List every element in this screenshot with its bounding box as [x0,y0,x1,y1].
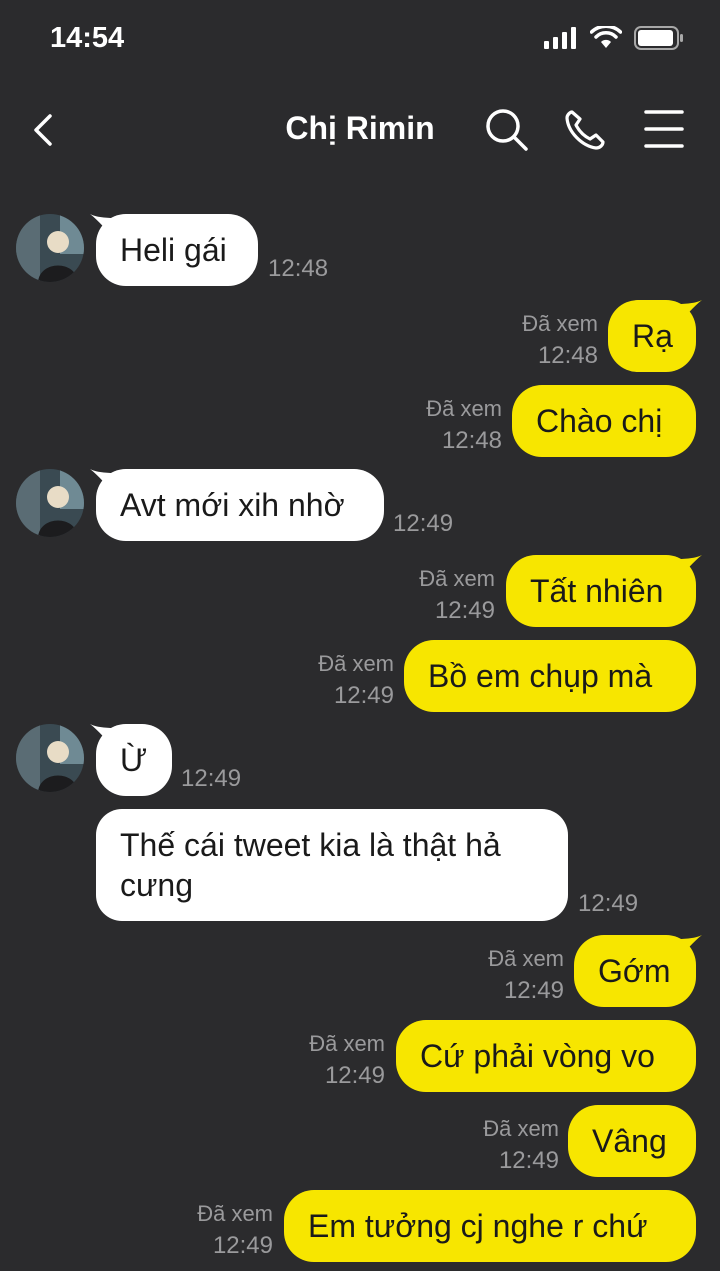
message-bubble-incoming[interactable]: Heli gái [96,214,258,286]
message-time: 12:49 [181,765,242,792]
message-meta: Đã xem 12:49 [488,943,564,1007]
menu-icon[interactable] [640,104,688,154]
message-line: cưng [120,867,194,903]
message-time: 12:49 [333,682,394,709]
message-meta: Đã xem 12:49 [419,563,495,627]
message-time: 12:48 [268,255,329,282]
message-meta: Đã xem 12:49 [309,1028,385,1092]
message-bubble-outgoing[interactable]: Tất nhiên [506,555,696,627]
signal-icon [544,27,576,49]
seen-label: Đã xem [488,946,564,971]
phone-icon[interactable] [562,104,610,154]
message-time: 12:49 [393,510,454,537]
message-bubble-outgoing[interactable]: Cứ phải vòng vo [396,1020,696,1092]
avatar[interactable] [16,214,84,282]
search-icon[interactable] [482,104,530,154]
message-time: 12:49 [503,977,564,1004]
message-time: 12:49 [434,597,495,624]
message-time: 12:49 [212,1232,273,1259]
seen-label: Đã xem [318,651,394,676]
message-meta: Đã xem 12:48 [426,393,502,457]
battery-icon [634,26,683,50]
seen-label: Đã xem [197,1201,273,1226]
seen-label: Đã xem [309,1031,385,1056]
message-time: 12:49 [498,1147,559,1174]
wifi-icon [590,26,622,48]
message-time: 12:48 [441,427,502,454]
message-line: Thế cái tweet kia là thật hả [120,827,501,863]
chat-title: Chị Rimin [285,110,435,146]
message-bubble-incoming[interactable]: Avt mới xih nhờ [96,469,384,541]
message-time: 12:49 [324,1062,385,1089]
chat-header: Chị Rimin [0,80,720,180]
seen-label: Đã xem [419,566,495,591]
message-bubble-outgoing[interactable]: Vâng [568,1105,696,1177]
message-bubble-outgoing[interactable]: Chào chị [512,385,696,457]
message-bubble-incoming[interactable]: Ừ [96,724,172,796]
message-bubble-outgoing[interactable]: Em tưởng cj nghe r chứ [284,1190,696,1262]
bubble-tail [676,555,702,581]
avatar[interactable] [16,469,84,537]
seen-label: Đã xem [522,311,598,336]
seen-label: Đã xem [483,1116,559,1141]
message-bubble-incoming[interactable]: Thế cái tweet kia là thật hả cưng [96,809,568,921]
status-icons [544,26,684,50]
bubble-tail [676,300,702,326]
avatar[interactable] [16,724,84,792]
message-meta: Đã xem 12:49 [318,648,394,712]
status-bar: 14:54 [0,0,720,80]
bubble-tail [676,935,702,961]
message-bubble-outgoing[interactable]: Bồ em chụp mà [404,640,696,712]
message-meta: Đã xem 12:48 [522,308,598,372]
status-time: 14:54 [50,22,125,54]
message-meta: Đã xem 12:49 [197,1198,273,1262]
message-meta: Đã xem 12:49 [483,1113,559,1177]
seen-label: Đã xem [426,396,502,421]
message-time: 12:48 [537,342,598,369]
message-time: 12:49 [578,890,639,917]
